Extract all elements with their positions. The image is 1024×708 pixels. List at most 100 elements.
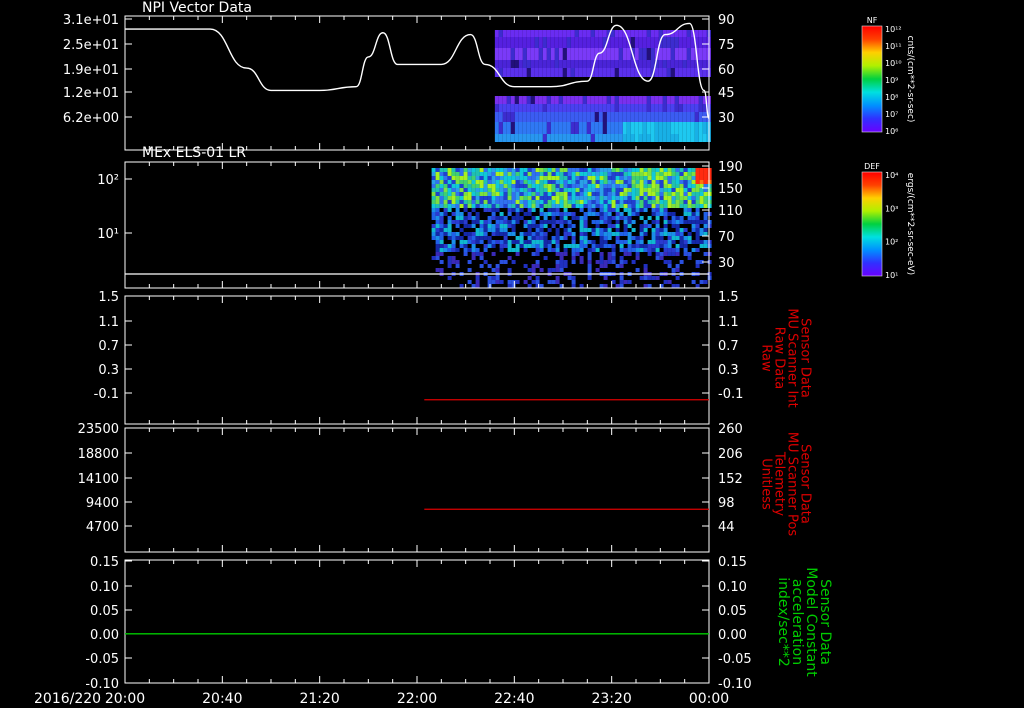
heatmap-cell bbox=[559, 180, 564, 184]
multi-panel-figure: 3.1e+012.5e+011.9e+011.2e+016.2e+0090756… bbox=[0, 0, 1024, 708]
heatmap-cell bbox=[615, 196, 620, 200]
heatmap-cell bbox=[447, 200, 452, 204]
heatmap-cell bbox=[519, 168, 524, 172]
heatmap-cell bbox=[670, 60, 675, 68]
heatmap-cell bbox=[503, 240, 508, 244]
heatmap-cell bbox=[703, 240, 708, 244]
heatmap-cell bbox=[607, 180, 612, 184]
heatmap-cell bbox=[467, 192, 472, 196]
heatmap-cell bbox=[694, 112, 699, 122]
heatmap-cell bbox=[526, 68, 531, 77]
heatmap-cell bbox=[447, 276, 452, 280]
heatmap-cell bbox=[539, 284, 544, 288]
heatmap-cell bbox=[539, 172, 544, 176]
heatmap-cell bbox=[594, 134, 599, 142]
heatmap-cell bbox=[615, 264, 620, 268]
heatmap-cell bbox=[542, 122, 547, 134]
heatmap-cell bbox=[443, 180, 448, 184]
heatmap-cell bbox=[667, 232, 672, 236]
heatmap-cell bbox=[594, 122, 599, 134]
heatmap-cell bbox=[586, 122, 591, 134]
heatmap-cell bbox=[551, 184, 556, 188]
heatmap-cell bbox=[591, 208, 596, 212]
heatmap-cell bbox=[570, 96, 575, 104]
heatmap-cell bbox=[483, 248, 488, 252]
heatmap-cell bbox=[515, 216, 520, 220]
heatmap-cell bbox=[435, 224, 440, 228]
heatmap-cell bbox=[639, 208, 644, 212]
heatmap-cell bbox=[515, 236, 520, 240]
heatmap-cell bbox=[587, 180, 592, 184]
heatmap-cell bbox=[603, 168, 608, 172]
heatmap-cell bbox=[522, 112, 527, 122]
heatmap-cell bbox=[563, 236, 568, 240]
heatmap-cell bbox=[559, 200, 564, 204]
heatmap-cell bbox=[675, 284, 680, 288]
heatmap-cell bbox=[650, 122, 655, 134]
heatmap-cell bbox=[523, 200, 528, 204]
heatmap-cell bbox=[615, 192, 620, 196]
heatmap-cell bbox=[658, 134, 663, 142]
heatmap-cell bbox=[491, 188, 496, 192]
heatmap-cell bbox=[471, 172, 476, 176]
heatmap-cell bbox=[570, 122, 575, 134]
heatmap-cell bbox=[703, 200, 708, 204]
heatmap-cell bbox=[467, 188, 472, 192]
heatmap-cell bbox=[495, 172, 500, 176]
heatmap-cell bbox=[671, 284, 676, 288]
heatmap-cell bbox=[499, 204, 504, 208]
heatmap-cell bbox=[643, 204, 648, 208]
heatmap-cell bbox=[543, 204, 548, 208]
heatmap-cell bbox=[498, 112, 503, 122]
heatmap-cell bbox=[635, 252, 640, 256]
heatmap-cell bbox=[559, 192, 564, 196]
heatmap-cell bbox=[599, 220, 604, 224]
y2-tick-label: -0.05 bbox=[718, 652, 752, 667]
heatmap-cell bbox=[599, 236, 604, 240]
heatmap-cell bbox=[538, 104, 543, 112]
heatmap-cell bbox=[455, 212, 460, 216]
heatmap-cell bbox=[631, 236, 636, 240]
heatmap-cell bbox=[639, 228, 644, 232]
heatmap-cell bbox=[522, 37, 527, 48]
y2-tick-label: 206 bbox=[718, 447, 743, 462]
heatmap-cell bbox=[655, 236, 660, 240]
heatmap-cell bbox=[455, 220, 460, 224]
heatmap-cell bbox=[534, 134, 539, 142]
heatmap-cell bbox=[515, 252, 520, 256]
heatmap-cell bbox=[595, 228, 600, 232]
heatmap-cell bbox=[447, 236, 452, 240]
heatmap-cell bbox=[634, 48, 639, 60]
heatmap-cell bbox=[459, 200, 464, 204]
heatmap-cell bbox=[491, 168, 496, 172]
heatmap-cell bbox=[663, 180, 668, 184]
heatmap-cell bbox=[691, 168, 696, 172]
heatmap-cell bbox=[563, 244, 568, 248]
heatmap-cell bbox=[574, 112, 579, 122]
heatmap-cell bbox=[475, 228, 480, 232]
heatmap-cell bbox=[574, 48, 579, 60]
heatmap-cell bbox=[603, 264, 608, 268]
heatmap-cell bbox=[619, 192, 624, 196]
heatmap-cell bbox=[483, 180, 488, 184]
heatmap-cell bbox=[566, 48, 571, 60]
heatmap-cell bbox=[503, 224, 508, 228]
heatmap-cell bbox=[599, 188, 604, 192]
heatmap-cell bbox=[479, 232, 484, 236]
heatmap-cell bbox=[587, 248, 592, 252]
heatmap-cell bbox=[655, 240, 660, 244]
heatmap-cell bbox=[495, 208, 500, 212]
heatmap-cell bbox=[487, 244, 492, 248]
heatmap-cell bbox=[650, 134, 655, 142]
heatmap-cell bbox=[671, 252, 676, 256]
heatmap-cell bbox=[627, 180, 632, 184]
heatmap-cell bbox=[583, 212, 588, 216]
heatmap-cell bbox=[675, 228, 680, 232]
heatmap-cell bbox=[503, 204, 508, 208]
heatmap-cell bbox=[527, 236, 532, 240]
heatmap-cell bbox=[483, 228, 488, 232]
heatmap-cell bbox=[583, 224, 588, 228]
heatmap-cell bbox=[554, 37, 559, 48]
heatmap-cell bbox=[527, 224, 532, 228]
heatmap-cell bbox=[666, 112, 671, 122]
